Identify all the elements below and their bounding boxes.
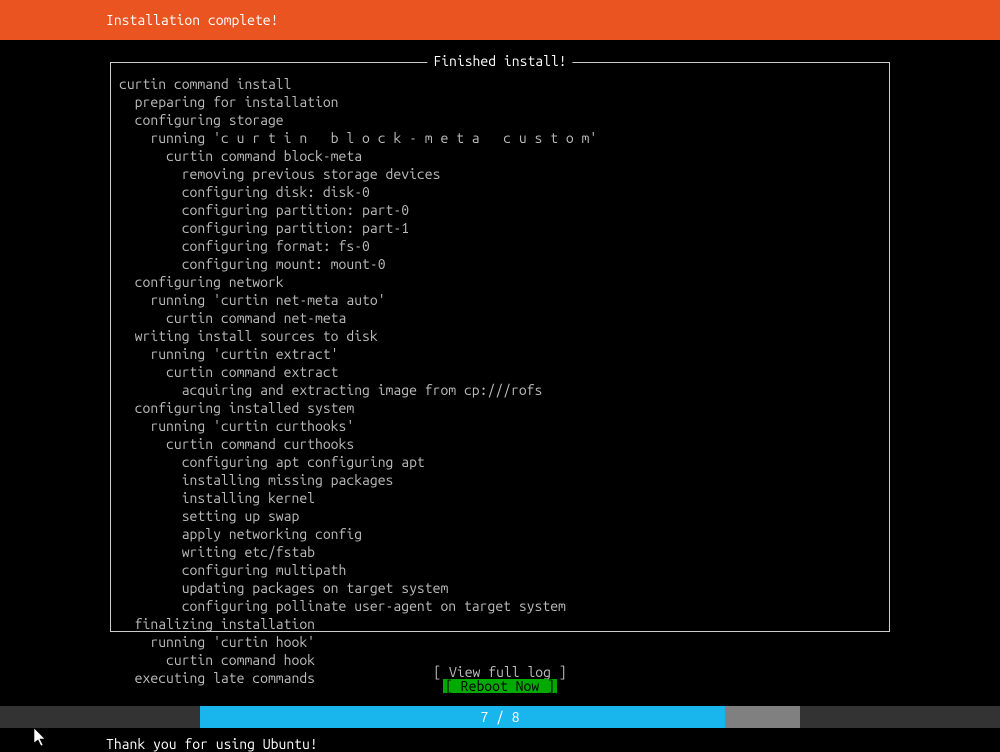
log-line: configuring pollinate user-agent on targ… — [119, 597, 881, 615]
log-line: configuring mount: mount-0 — [119, 255, 881, 273]
log-line: configuring storage — [119, 111, 881, 129]
progress-bar: 7 / 8 — [200, 706, 800, 728]
log-line: configuring disk: disk-0 — [119, 183, 881, 201]
log-line: configuring installed system — [119, 399, 881, 417]
log-line: configuring format: fs-0 — [119, 237, 881, 255]
log-line: curtin command curthooks — [119, 435, 881, 453]
log-line: running 'curtin extract' — [119, 345, 881, 363]
log-line: configuring partition: part-1 — [119, 219, 881, 237]
view-full-log-button[interactable]: [ View full log ] — [433, 665, 566, 679]
log-box: Finished install! curtin command install… — [110, 62, 890, 632]
log-line: curtin command net-meta — [119, 309, 881, 327]
log-line: configuring multipath — [119, 561, 881, 579]
log-line: running 'curtin hook' — [119, 633, 881, 651]
log-line: finalizing installation — [119, 615, 881, 633]
mouse-cursor-icon — [34, 728, 48, 748]
log-line: curtin command extract — [119, 363, 881, 381]
log-line: setting up swap — [119, 507, 881, 525]
log-line: running 'curtin net-meta auto' — [119, 291, 881, 309]
log-line: updating packages on target system — [119, 579, 881, 597]
log-line: preparing for installation — [119, 93, 881, 111]
log-line: writing install sources to disk — [119, 327, 881, 345]
log-line: configuring apt configuring apt — [119, 453, 881, 471]
log-line: configuring network — [119, 273, 881, 291]
log-line: configuring partition: part-0 — [119, 201, 881, 219]
log-line: acquiring and extracting image from cp:/… — [119, 381, 881, 399]
log-line: curtin command install — [119, 75, 881, 93]
progress-text: 7 / 8 — [200, 706, 800, 728]
log-line: removing previous storage devices — [119, 165, 881, 183]
action-buttons: [ View full log ] [ Reboot Now ] — [0, 665, 1000, 693]
footer-thanks: Thank you for using Ubuntu! — [106, 737, 318, 751]
header-bar: Installation complete! — [0, 0, 1000, 40]
header-title: Installation complete! — [106, 13, 278, 27]
log-line: apply networking config — [119, 525, 881, 543]
log-line: curtin command block-meta — [119, 147, 881, 165]
progress-row: 7 / 8 — [0, 706, 1000, 728]
reboot-now-button[interactable]: [ Reboot Now ] — [443, 679, 557, 693]
log-lines: curtin command install preparing for ins… — [119, 75, 881, 687]
log-line: running 'curtin curthooks' — [119, 417, 881, 435]
log-line: installing missing packages — [119, 471, 881, 489]
log-container: Finished install! curtin command install… — [110, 62, 890, 632]
log-box-title: Finished install! — [427, 54, 572, 68]
log-line: writing etc/fstab — [119, 543, 881, 561]
log-line: running 'c u r t i n b l o c k - m e t a… — [119, 129, 881, 147]
log-line: installing kernel — [119, 489, 881, 507]
